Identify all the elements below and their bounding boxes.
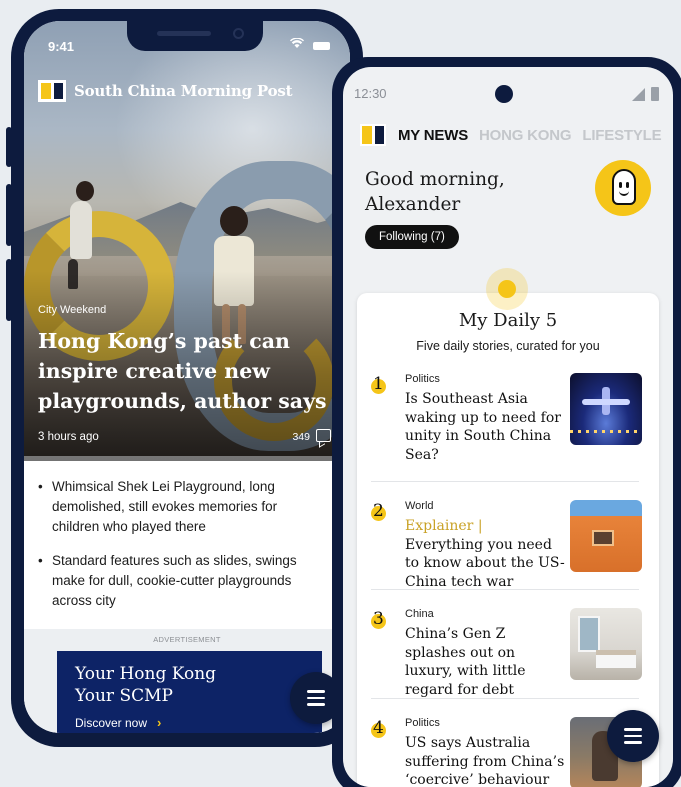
scmp-logo-icon <box>38 80 66 102</box>
story-item[interactable]: 1 Politics Is Southeast Asia waking up t… <box>371 373 647 481</box>
card-title: My Daily 5 <box>458 310 558 331</box>
ad-cta-label: Discover now <box>75 715 148 730</box>
explainer-tag: Explainer <box>405 518 474 534</box>
ios-phone-frame: 9:41 South China Morning Post City Weeke… <box>6 9 363 747</box>
story-item[interactable]: 3 China China’s Gen Z splashes out on lu… <box>371 608 647 716</box>
signal-icon <box>632 88 645 101</box>
story-thumbnail <box>570 500 642 572</box>
greeting-line-1: Good morning, <box>365 169 505 190</box>
story-number: 4 <box>373 718 384 738</box>
article-meta: 3 hours ago 349 <box>38 429 350 443</box>
divider <box>371 589 639 590</box>
avatar[interactable] <box>595 160 651 216</box>
story-thumbnail <box>570 373 642 445</box>
story-title: US says Australia suffering from China’s… <box>405 735 565 787</box>
status-time: 12:30 <box>354 86 387 101</box>
story-category: China <box>405 608 434 620</box>
greeting: Good morning, Alexander <box>365 167 505 217</box>
front-camera <box>495 85 513 103</box>
story-title: China’s Gen Z splashes out on luxury, wi… <box>405 626 526 698</box>
hamburger-icon <box>307 690 325 693</box>
my-daily-5-card: My Daily 5 Five daily stories, curated f… <box>357 293 659 787</box>
divider <box>371 698 639 699</box>
tab-lifestyle[interactable]: LIFESTYLE <box>582 127 661 144</box>
summary-bullet: Standard features such as slides, swings… <box>38 551 328 611</box>
story-category: Politics <box>405 717 440 729</box>
hamburger-icon <box>624 728 642 731</box>
card-subtitle: Five daily stories, curated for you <box>416 339 600 353</box>
comment-count: 349 <box>292 431 310 443</box>
tab-hong-kong[interactable]: HONG KONG <box>479 127 572 144</box>
status-time: 9:41 <box>48 39 75 54</box>
side-button <box>6 184 12 246</box>
story-number: 1 <box>373 374 384 394</box>
greeting-name: Alexander <box>365 194 461 215</box>
ad-banner[interactable]: Your Hong Kong Your SCMP Discover now › <box>57 651 322 733</box>
divider <box>371 481 639 482</box>
side-button <box>6 127 12 167</box>
sun-icon <box>486 268 528 310</box>
story-item[interactable]: 4 Politics US says Australia suffering f… <box>371 717 647 787</box>
section-tabs: MY NEWS HONG KONG LIFESTYLE KI <box>360 124 673 146</box>
menu-button[interactable] <box>607 710 659 762</box>
comment-icon[interactable] <box>316 429 331 442</box>
brand-name: South China Morning Post <box>74 82 293 100</box>
article-headline[interactable]: Hong Kong’s past can inspire creative ne… <box>38 326 338 416</box>
story-item[interactable]: 2 World Explainer | Everything you need … <box>371 500 647 608</box>
story-title: Is Southeast Asia waking up to need for … <box>405 391 561 463</box>
status-bar: 9:41 <box>48 37 330 55</box>
advertisement-area: ADVERTISEMENT Your Hong Kong Your SCMP D… <box>24 629 350 733</box>
chevron-right-icon: › <box>157 715 162 730</box>
ad-cta[interactable]: Discover now › <box>75 715 322 730</box>
battery-icon <box>651 87 659 101</box>
android-screen: 12:30 MY NEWS HONG KONG LIFESTYLE KI Goo… <box>343 67 673 787</box>
scmp-logo-icon[interactable] <box>360 124 386 146</box>
ad-line-1: Your Hong Kong <box>75 664 217 684</box>
story-category: World <box>405 500 434 512</box>
tab-next[interactable]: KI <box>672 127 673 144</box>
story-thumbnail <box>570 608 642 680</box>
article-summary-list: Whimsical Shek Lei Playground, long demo… <box>38 477 328 625</box>
following-button[interactable]: Following (7) <box>365 225 459 249</box>
ad-line-2: Your SCMP <box>75 686 173 706</box>
summary-bullet: Whimsical Shek Lei Playground, long demo… <box>38 477 328 537</box>
android-phone-frame: 12:30 MY NEWS HONG KONG LIFESTYLE KI Goo… <box>332 57 681 787</box>
wifi-icon <box>290 37 304 52</box>
article-age: 3 hours ago <box>38 431 99 443</box>
ios-screen: 9:41 South China Morning Post City Weeke… <box>24 21 350 733</box>
story-number: 3 <box>373 609 384 629</box>
side-button <box>6 259 12 321</box>
brand-header[interactable]: South China Morning Post <box>38 80 293 102</box>
story-category: Politics <box>405 373 440 385</box>
ad-label: ADVERTISEMENT <box>153 635 221 644</box>
battery-icon <box>313 42 330 50</box>
article-category[interactable]: City Weekend <box>38 304 106 316</box>
story-title: Explainer | Everything you need to know … <box>405 518 565 590</box>
tab-my-news[interactable]: MY NEWS <box>398 127 468 144</box>
story-number: 2 <box>373 501 384 521</box>
